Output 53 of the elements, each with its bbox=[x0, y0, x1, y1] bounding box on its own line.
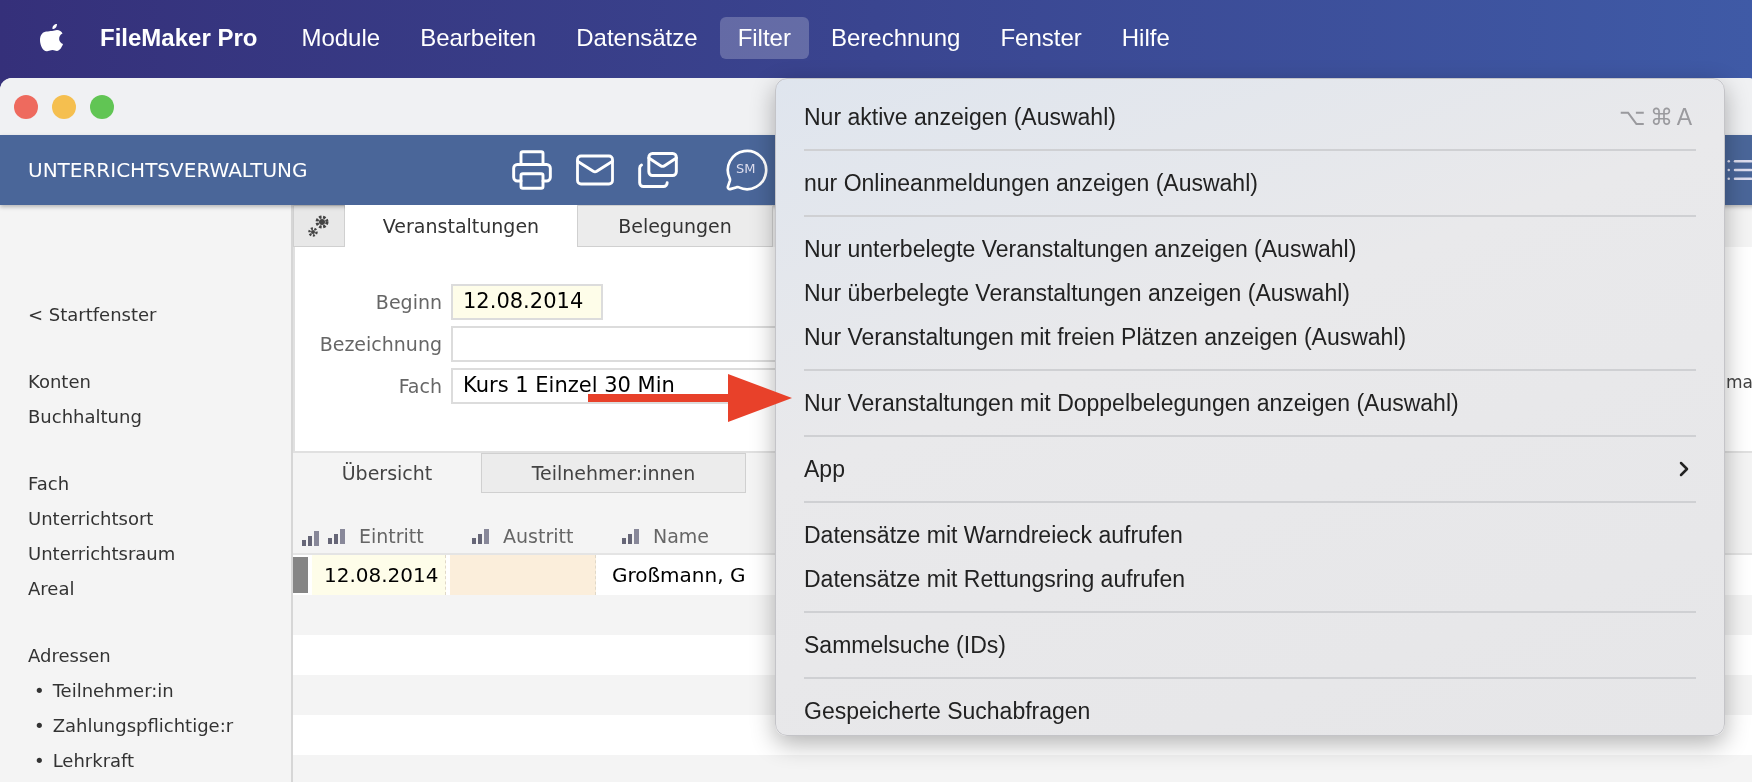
menu-item[interactable]: Sammelsuche (IDs) bbox=[804, 623, 1696, 667]
sidebar-link[interactable]: Unterrichtsraum bbox=[28, 542, 291, 565]
column-header[interactable]: Eintritt bbox=[359, 525, 424, 547]
field-label: Fach bbox=[397, 375, 443, 397]
table-cell: 12.08.2014 bbox=[312, 555, 446, 595]
menu-item[interactable]: Gespeicherte Suchabfragen bbox=[804, 689, 1696, 733]
menu-title[interactable]: Filter bbox=[719, 17, 809, 59]
sort-bars-icon[interactable] bbox=[327, 527, 347, 545]
sort-bars-icon[interactable] bbox=[301, 529, 321, 547]
menu-item[interactable]: App bbox=[804, 447, 1696, 491]
input-field[interactable]: 12.08.2014 bbox=[451, 284, 603, 320]
sidebar-link[interactable]: < Startfenster bbox=[28, 303, 291, 326]
app-name[interactable]: FileMaker Pro bbox=[100, 24, 258, 52]
menu-item[interactable]: Datensätze mit Warndreieck aufrufen bbox=[804, 513, 1696, 557]
sidebar-link[interactable]: Fach bbox=[28, 472, 291, 495]
field-label: ma bbox=[1726, 372, 1752, 392]
column-header[interactable]: Austritt bbox=[503, 525, 574, 547]
sidebar-link[interactable]: Areal bbox=[28, 577, 291, 600]
menu-item[interactable]: nur Onlineanmeldungen anzeigen (Auswahl) bbox=[804, 161, 1696, 205]
printer-icon[interactable] bbox=[510, 148, 554, 192]
app-title: UNTERRICHTSVERWALTUNG bbox=[28, 158, 309, 182]
sidebar-subitem[interactable]: • Zahlungspflichtige:r bbox=[28, 714, 291, 737]
menu-title[interactable]: Module bbox=[283, 17, 399, 59]
row-handle[interactable] bbox=[293, 557, 308, 593]
menu-item[interactable]: Nur überbelegte Veranstaltungen anzeigen (Auswahl) bbox=[804, 271, 1696, 315]
sidebar-link[interactable]: Konten bbox=[28, 370, 291, 393]
sort-bars-icon[interactable] bbox=[471, 527, 491, 545]
tab[interactable]: Teilnehmer:innen bbox=[481, 453, 746, 493]
sidebar-link[interactable]: Unterrichtsort bbox=[28, 507, 291, 530]
shortcut-text: ⌥⌘A bbox=[1618, 103, 1696, 131]
sidebar-link[interactable]: Adressen bbox=[28, 644, 291, 667]
menu-title[interactable]: Datensätze bbox=[558, 17, 716, 59]
gear-tab[interactable] bbox=[293, 205, 345, 247]
field-label: Bezeichnung bbox=[318, 333, 443, 355]
menu-item[interactable]: Nur Veranstaltungen mit Doppelbelegungen anzeigen (Auswahl) bbox=[804, 381, 1696, 425]
menu-title[interactable]: Hilfe bbox=[1103, 17, 1188, 59]
tab[interactable]: Veranstaltungen bbox=[345, 205, 577, 247]
menu-item[interactable]: Nur unterbelegte Veranstaltungen anzeigen (Auswahl) bbox=[804, 227, 1696, 271]
sidebar-link[interactable]: Buchhaltung bbox=[28, 405, 291, 428]
menu-title[interactable]: Bearbeiten bbox=[402, 17, 555, 59]
tab[interactable]: Belegungen bbox=[577, 205, 773, 247]
sidebar-subitem[interactable]: • Teilnehmer:in bbox=[28, 679, 291, 702]
menu-item[interactable]: Nur Veranstaltungen mit freien Plätzen anzeigen (Auswahl) bbox=[804, 315, 1696, 359]
menu-item[interactable]: Nur aktive anzeigen (Auswahl) ⌥⌘A bbox=[804, 95, 1696, 139]
menu-title[interactable]: Berechnung bbox=[812, 17, 979, 59]
close-button[interactable] bbox=[14, 94, 38, 119]
sidebar-subitem[interactable]: • Lehrkraft bbox=[28, 749, 291, 772]
sort-bars-icon[interactable] bbox=[621, 527, 641, 545]
column-header[interactable]: Name bbox=[653, 525, 710, 547]
menu-title[interactable]: Fenster bbox=[982, 17, 1100, 59]
apple-logo-icon[interactable] bbox=[38, 22, 66, 54]
speech-bubble-icon[interactable]: SM bbox=[724, 147, 770, 193]
field-label: Beginn bbox=[374, 291, 443, 313]
